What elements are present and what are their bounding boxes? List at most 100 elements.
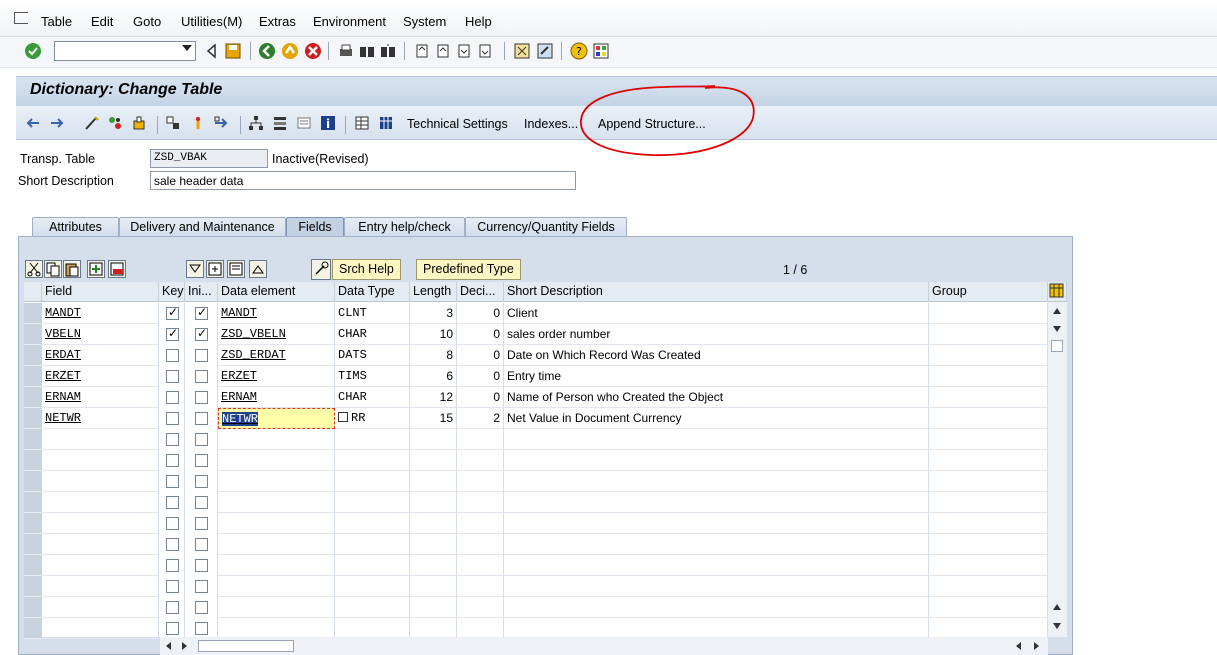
init-checkbox[interactable]: [195, 559, 208, 572]
print-icon[interactable]: [337, 42, 355, 60]
chevron-down-icon[interactable]: [182, 45, 192, 51]
cell-length[interactable]: 12: [410, 387, 457, 408]
value-help-icon[interactable]: [338, 412, 348, 422]
where-used-icon[interactable]: [165, 115, 181, 131]
cell-dec[interactable]: 0: [457, 345, 504, 366]
cell-type[interactable]: [335, 534, 410, 555]
menu-utilities[interactable]: Utilities(M): [181, 14, 242, 29]
cell-desc[interactable]: sales order number: [504, 324, 929, 345]
cell-length[interactable]: [410, 450, 457, 471]
cell-group[interactable]: [929, 387, 1048, 408]
scroll-down-icon[interactable]: [1053, 326, 1061, 332]
row-selector[interactable]: [24, 492, 42, 513]
cell-group[interactable]: [929, 534, 1048, 555]
next-page-icon[interactable]: [455, 42, 473, 60]
cell-dec[interactable]: [457, 576, 504, 597]
cell-field[interactable]: [42, 471, 159, 492]
row-selector[interactable]: [24, 345, 42, 366]
horizontal-scrollbar[interactable]: [160, 637, 1048, 655]
cell-element[interactable]: [218, 450, 335, 471]
init-checkbox[interactable]: [195, 370, 208, 383]
layout-menu-icon[interactable]: [592, 42, 610, 60]
cell-field[interactable]: ERDAT: [42, 345, 159, 366]
init-checkbox[interactable]: [195, 454, 208, 467]
cell-type[interactable]: CHAR: [335, 387, 410, 408]
cell-field[interactable]: [42, 534, 159, 555]
cell-group[interactable]: [929, 429, 1048, 450]
row-selector[interactable]: [24, 324, 42, 345]
init-checkbox[interactable]: [195, 538, 208, 551]
cell-length[interactable]: [410, 471, 457, 492]
cell-length[interactable]: [410, 492, 457, 513]
cell-field[interactable]: [42, 492, 159, 513]
cell-group[interactable]: [929, 471, 1048, 492]
cell-element[interactable]: MANDT: [218, 303, 335, 324]
short-description-input[interactable]: sale header data: [150, 171, 576, 190]
exit-icon[interactable]: [281, 42, 299, 60]
last-page-icon[interactable]: [476, 42, 494, 60]
cell-element[interactable]: ZSD_ERDAT: [218, 345, 335, 366]
cell-dec[interactable]: [457, 492, 504, 513]
cell-element[interactable]: [218, 471, 335, 492]
enter-check-icon[interactable]: [24, 42, 42, 60]
cell-group[interactable]: [929, 513, 1048, 534]
cell-length[interactable]: [410, 618, 457, 639]
insert-row-icon[interactable]: [190, 115, 206, 131]
column-header-decimals[interactable]: Deci...: [457, 282, 504, 302]
cell-desc[interactable]: Name of Person who Created the Object: [504, 387, 929, 408]
find-next-icon[interactable]: [379, 42, 397, 60]
cell-group[interactable]: [929, 324, 1048, 345]
row-selector[interactable]: [24, 576, 42, 597]
cell-element[interactable]: ERZET: [218, 366, 335, 387]
key-checkbox[interactable]: [166, 370, 179, 383]
cell-element[interactable]: [218, 429, 335, 450]
cell-element[interactable]: [218, 618, 335, 639]
cell-dec[interactable]: 0: [457, 303, 504, 324]
key-checkbox[interactable]: [166, 475, 179, 488]
cell-dec[interactable]: [457, 555, 504, 576]
column-header-initial[interactable]: Ini...: [185, 282, 218, 302]
init-checkbox[interactable]: [195, 580, 208, 593]
check-object-icon[interactable]: [107, 115, 123, 131]
row-selector[interactable]: [24, 408, 42, 429]
sort-down-icon[interactable]: [186, 260, 204, 278]
cell-dec[interactable]: [457, 618, 504, 639]
column-header-group[interactable]: Group: [929, 282, 1048, 302]
cell-field[interactable]: MANDT: [42, 303, 159, 324]
init-checkbox[interactable]: [195, 391, 208, 404]
info-icon[interactable]: i: [320, 115, 336, 131]
cell-desc[interactable]: [504, 492, 929, 513]
cell-desc[interactable]: [504, 576, 929, 597]
key-checkbox[interactable]: [166, 559, 179, 572]
menu-exit-icon[interactable]: [14, 12, 28, 24]
tab-entry-help[interactable]: Entry help/check: [344, 217, 465, 237]
cell-group[interactable]: [929, 492, 1048, 513]
row-selector[interactable]: [24, 303, 42, 324]
init-checkbox[interactable]: [195, 433, 208, 446]
cell-field[interactable]: ERNAM: [42, 387, 159, 408]
cell-group[interactable]: [929, 366, 1048, 387]
back-triangle-icon[interactable]: [203, 42, 221, 60]
cell-field[interactable]: [42, 555, 159, 576]
cell-group[interactable]: [929, 576, 1048, 597]
cell-desc[interactable]: [504, 618, 929, 639]
key-checkbox[interactable]: [166, 326, 179, 341]
cell-element[interactable]: [218, 534, 335, 555]
cell-length[interactable]: [410, 576, 457, 597]
cell-type[interactable]: CHAR: [335, 324, 410, 345]
cell-dec[interactable]: [457, 513, 504, 534]
vertical-scrollbar[interactable]: [1048, 302, 1067, 637]
cell-dec[interactable]: [457, 471, 504, 492]
scroll-thumb[interactable]: [1051, 340, 1063, 352]
scroll-up-icon[interactable]: [1053, 308, 1061, 314]
row-selector[interactable]: [24, 534, 42, 555]
cell-length[interactable]: 10: [410, 324, 457, 345]
menu-goto[interactable]: Goto: [133, 14, 161, 29]
cell-group[interactable]: [929, 303, 1048, 324]
scroll-left-end-icon[interactable]: [1016, 642, 1021, 650]
cell-dec[interactable]: 0: [457, 324, 504, 345]
help-icon[interactable]: ?: [570, 42, 588, 60]
cell-length[interactable]: 15: [410, 408, 457, 429]
cell-group[interactable]: [929, 597, 1048, 618]
cell-desc[interactable]: Client: [504, 303, 929, 324]
